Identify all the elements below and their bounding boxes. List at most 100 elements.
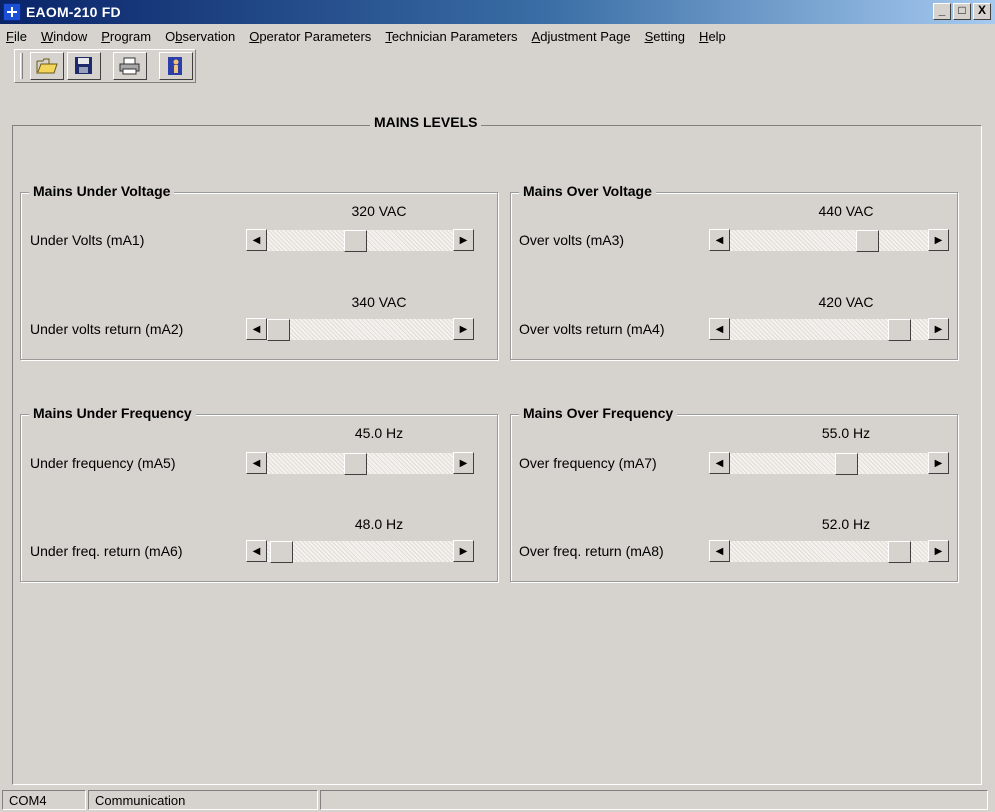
menu-setting[interactable]: Setting (645, 29, 685, 44)
scroll-right-icon[interactable]: ▶ (453, 540, 474, 562)
scroll-left-icon[interactable]: ◀ (246, 229, 267, 251)
slider-ma8-return[interactable]: ◀ ▶ (709, 540, 949, 563)
slider-thumb[interactable] (344, 230, 367, 252)
value-ma4: 420 VAC (818, 294, 874, 310)
slider-track[interactable] (730, 318, 928, 341)
menu-observation[interactable]: Observation (165, 29, 235, 44)
scroll-left-icon[interactable]: ◀ (246, 540, 267, 562)
slider-ma4[interactable]: ◀ ▶ (709, 318, 949, 341)
menu-observation-pre: O (165, 28, 176, 44)
slider-thumb[interactable] (856, 230, 879, 252)
menu-program[interactable]: Program (101, 29, 151, 44)
slider-track[interactable] (730, 229, 928, 252)
slider-ma3[interactable]: ◀ ▶ (709, 229, 949, 252)
menu-file[interactable]: File (6, 29, 27, 44)
menu-operator-parameters[interactable]: Operator Parameters (249, 29, 371, 44)
scroll-left-icon[interactable]: ◀ (246, 452, 267, 474)
menu-adjustment-mnemonic: A (531, 28, 541, 44)
scroll-right-icon[interactable]: ▶ (453, 318, 474, 340)
scroll-right-icon[interactable]: ▶ (928, 229, 949, 251)
scroll-right-icon[interactable]: ▶ (928, 540, 949, 562)
status-bar: COM4 Communication (0, 788, 995, 812)
menu-program-label: rogram (109, 28, 152, 44)
label-ma3: Over volts (mA3) (519, 232, 625, 248)
status-state: Communication (88, 790, 318, 810)
menu-program-mnemonic: P (101, 28, 110, 44)
app-logo-icon (3, 3, 21, 21)
slider-track[interactable] (267, 318, 453, 341)
value-ma5: 45.0 Hz (354, 425, 404, 441)
value-ma7: 55.0 Hz (821, 425, 871, 441)
menu-setting-label: etting (653, 28, 686, 44)
scroll-right-icon[interactable]: ▶ (928, 452, 949, 474)
menu-window-mnemonic: W (40, 28, 54, 44)
menu-bar: File Window Program Observation Operator… (0, 24, 995, 48)
save-button[interactable] (67, 52, 101, 80)
slider-thumb[interactable] (267, 319, 290, 341)
slider-thumb[interactable] (888, 541, 911, 563)
slider-ma2[interactable]: ◀ ▶ (246, 318, 474, 341)
window-controls: _ □ X (933, 3, 991, 20)
value-ma3: 440 VAC (818, 203, 874, 219)
value-ma1: 320 VAC (351, 203, 407, 219)
menu-technician-label: echnician Parameters (391, 28, 518, 44)
scroll-left-icon[interactable]: ◀ (709, 229, 730, 251)
scroll-right-icon[interactable]: ▶ (928, 318, 949, 340)
slider-track[interactable] (730, 540, 928, 563)
label-ma4: Over volts return (mA4) (519, 321, 665, 337)
scroll-left-icon[interactable]: ◀ (709, 452, 730, 474)
printer-icon (119, 57, 140, 75)
label-ma2: Under volts return (mA2) (30, 321, 184, 337)
toolbar (14, 49, 196, 83)
group-mains-over-frequency: Mains Over Frequency 55.0 Hz Over freque… (510, 405, 958, 582)
menu-operator-mnemonic: O (249, 28, 260, 44)
folder-open-icon (36, 58, 58, 74)
group-title: Mains Under Frequency (29, 405, 196, 421)
menu-setting-mnemonic: S (644, 28, 654, 44)
slider-thumb[interactable] (270, 541, 293, 563)
menu-help[interactable]: Help (699, 29, 726, 44)
slider-track[interactable] (267, 229, 453, 252)
status-port: COM4 (2, 790, 86, 810)
scroll-left-icon[interactable]: ◀ (709, 540, 730, 562)
slider-track[interactable] (267, 452, 453, 475)
scroll-right-icon[interactable]: ▶ (453, 452, 474, 474)
scroll-left-icon[interactable]: ◀ (709, 318, 730, 340)
slider-ma6[interactable]: ◀ ▶ (246, 540, 474, 563)
menu-window[interactable]: Window (41, 29, 87, 44)
slider-track[interactable] (267, 540, 453, 563)
maximize-button[interactable]: □ (953, 3, 971, 20)
group-mains-over-voltage: Mains Over Voltage 440 VAC Over volts (m… (510, 183, 958, 360)
slider-thumb[interactable] (835, 453, 858, 475)
close-button[interactable]: X (973, 3, 991, 20)
label-ma6: Under freq. return (mA6) (30, 543, 183, 559)
menu-technician-parameters[interactable]: Technician Parameters (385, 29, 517, 44)
menu-adjustment-page[interactable]: Adjustment Page (532, 29, 631, 44)
slider-ma7[interactable]: ◀ ▶ (709, 452, 949, 475)
minimize-button[interactable]: _ (933, 3, 951, 20)
group-title: Mains Over Voltage (519, 183, 656, 199)
value-ma6: 48.0 Hz (354, 516, 404, 532)
scroll-left-icon[interactable]: ◀ (246, 318, 267, 340)
group-title: Mains Under Voltage (29, 183, 175, 199)
open-button[interactable] (30, 52, 64, 80)
toolbar-grip[interactable] (20, 53, 23, 79)
value-ma8-return: 52.0 Hz (821, 516, 871, 532)
slider-thumb[interactable] (888, 319, 911, 341)
menu-help-label: elp (708, 28, 726, 44)
window-title: EAOM-210 FD (26, 4, 121, 20)
menu-adjustment-label: djustment Page (540, 28, 631, 44)
scroll-right-icon[interactable]: ▶ (453, 229, 474, 251)
menu-window-label: indow (53, 28, 88, 44)
exit-door-icon (168, 57, 182, 75)
value-ma2: 340 VAC (351, 294, 407, 310)
slider-ma1[interactable]: ◀ ▶ (246, 229, 474, 252)
group-title: Mains Over Frequency (519, 405, 678, 421)
exit-button[interactable] (159, 52, 193, 80)
slider-ma5[interactable]: ◀ ▶ (246, 452, 474, 475)
slider-thumb[interactable] (344, 453, 367, 475)
print-button[interactable] (113, 52, 147, 80)
label-ma1: Under Volts (mA1) (30, 232, 145, 248)
floppy-disk-icon (75, 57, 92, 74)
slider-track[interactable] (730, 452, 928, 475)
